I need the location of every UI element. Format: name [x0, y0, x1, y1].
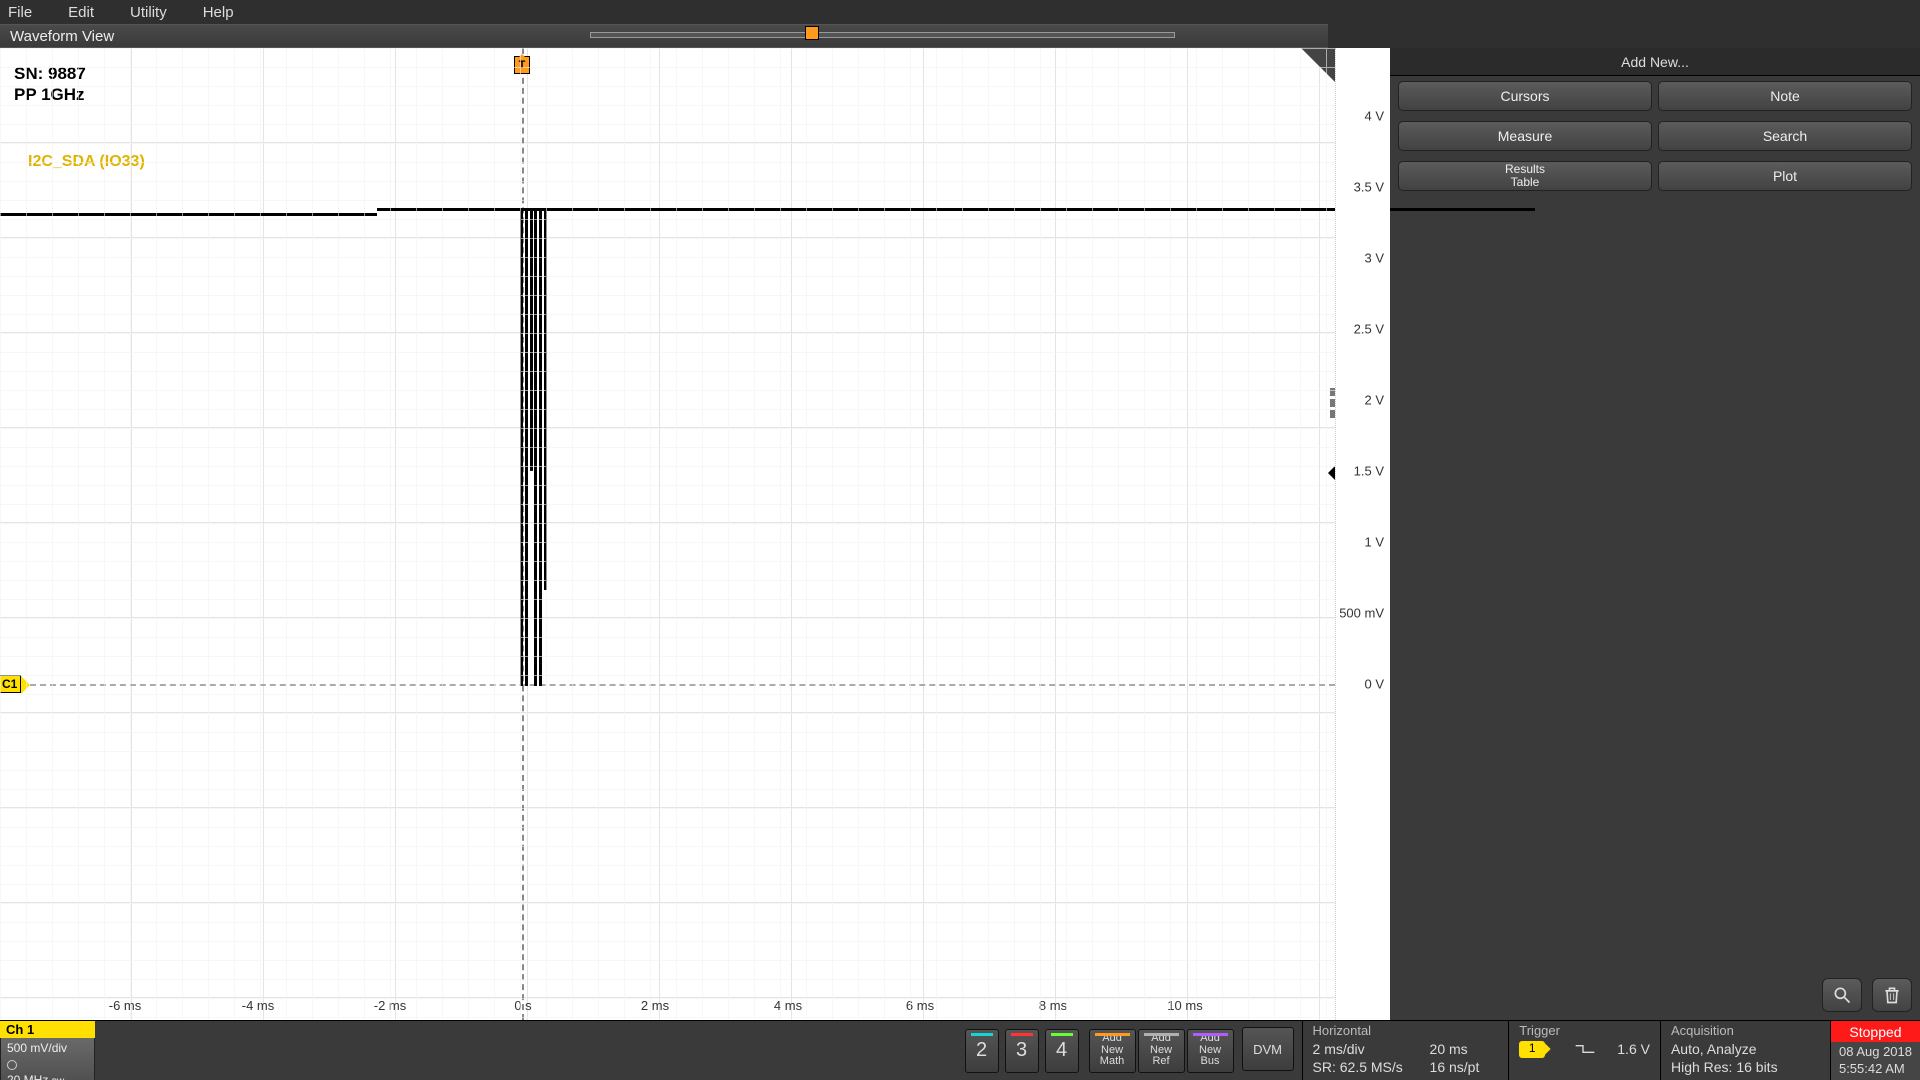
y-tick: 1.5 V	[1354, 464, 1384, 479]
x-tick: 10 ms	[1167, 998, 1202, 1013]
channel-3-button[interactable]: 3	[1005, 1029, 1039, 1073]
info-block: SN: 9887 PP 1GHz	[14, 63, 86, 106]
waveform-trace	[0, 213, 377, 216]
impedance-icon	[7, 1060, 17, 1070]
add-bus-button[interactable]: AddNewBus	[1187, 1029, 1234, 1073]
x-tick: 4 ms	[774, 998, 802, 1013]
channel-4-label: 4	[1056, 1039, 1067, 1062]
trigger-level: 1.6 V	[1617, 1040, 1650, 1058]
acq-mode: Auto, Analyze	[1671, 1040, 1757, 1058]
datetime-display: 08 Aug 2018 5:55:42 AM	[1831, 1042, 1920, 1080]
y-axis-gutter: 4 V 3.5 V 3 V 2.5 V 2 V 1.5 V 1 V 500 mV…	[1335, 48, 1390, 1020]
acquisition-panel[interactable]: Acquisition Auto, Analyze High Res: 16 b…	[1660, 1021, 1830, 1080]
channel-1-scale: 500 mV/div	[7, 1040, 88, 1056]
channel-3-label: 3	[1016, 1039, 1027, 1062]
horiz-samplerate: SR: 62.5 MS/s	[1313, 1058, 1408, 1076]
horizontal-title: Horizontal	[1313, 1023, 1499, 1038]
plot-button[interactable]: Plot	[1658, 161, 1912, 191]
y-tick: 2 V	[1364, 393, 1384, 408]
time: 5:55:42 AM	[1839, 1061, 1912, 1078]
results-table-button[interactable]: Results Table	[1398, 161, 1652, 191]
trash-icon	[1882, 985, 1902, 1005]
ground-badge[interactable]: C1	[0, 675, 21, 693]
menu-help[interactable]: Help	[203, 4, 234, 21]
bw-icon: ʙᴡ	[52, 1076, 65, 1080]
horiz-resolution: 16 ns/pt	[1430, 1058, 1480, 1076]
acq-single: Single: 1 /1	[1671, 1076, 1741, 1080]
trash-button[interactable]	[1872, 978, 1912, 1012]
y-tick: 0 V	[1364, 677, 1384, 692]
horiz-position: 39.4%	[1459, 1076, 1499, 1080]
horiz-recordlen: RL: 1.25 Mpts	[1313, 1076, 1408, 1080]
measure-button[interactable]: Measure	[1398, 121, 1652, 151]
x-tick: 8 ms	[1039, 998, 1067, 1013]
x-tick: 2 ms	[641, 998, 669, 1013]
cursors-button[interactable]: Cursors	[1398, 81, 1652, 111]
menu-edit[interactable]: Edit	[68, 4, 94, 21]
channel-1-badge[interactable]: Ch 1 500 mV/div 20 MHz ʙᴡ	[0, 1021, 95, 1080]
trigger-time-badge[interactable]: T	[514, 56, 530, 74]
horiz-window: 20 ms	[1430, 1040, 1468, 1058]
x-tick: -4 ms	[242, 998, 275, 1013]
horiz-scale: 2 ms/div	[1313, 1040, 1408, 1058]
dvm-button[interactable]: DVM	[1242, 1027, 1294, 1071]
add-ref-button[interactable]: AddNewRef	[1138, 1029, 1185, 1073]
menu-utility[interactable]: Utility	[130, 4, 167, 21]
trigger-title: Trigger	[1519, 1023, 1650, 1038]
x-tick: 0 s	[514, 998, 531, 1013]
note-button[interactable]: Note	[1658, 81, 1912, 111]
channel-2-button[interactable]: 2	[965, 1029, 999, 1073]
y-tick: 1 V	[1364, 535, 1384, 550]
x-tick: -2 ms	[374, 998, 407, 1013]
add-math-button[interactable]: AddNewMath	[1089, 1029, 1136, 1073]
channel-2-label: 2	[976, 1039, 987, 1062]
overview-trigger-marker[interactable]	[805, 26, 819, 40]
overview-scrubber[interactable]	[590, 26, 1175, 43]
y-tick: 500 mV	[1339, 606, 1384, 621]
ground-line	[0, 684, 1335, 686]
run-stop-status[interactable]: Stopped	[1831, 1021, 1920, 1042]
waveform-trace	[520, 208, 550, 686]
y-tick: 3.5 V	[1354, 180, 1384, 195]
waveform-plot[interactable]: SN: 9887 PP 1GHz I2C_SDA (IO33) T C1 -6 …	[0, 48, 1335, 1020]
channel-4-button[interactable]: 4	[1045, 1029, 1079, 1073]
search-button[interactable]: Search	[1658, 121, 1912, 151]
y-tick: 3 V	[1364, 251, 1384, 266]
corner-fold-icon[interactable]	[1301, 48, 1335, 82]
trigger-channel-badge: 1	[1519, 1041, 1545, 1058]
acquisition-title: Acquisition	[1671, 1023, 1820, 1038]
overview-track[interactable]	[590, 32, 1175, 38]
channel-1-bw: 20 MHz	[7, 1073, 48, 1080]
y-tick: 2.5 V	[1354, 322, 1384, 337]
x-tick: -6 ms	[109, 998, 142, 1013]
info-serial: SN: 9887	[14, 63, 86, 84]
channel-signal-label: I2C_SDA (IO33)	[28, 153, 145, 171]
acq-res: High Res: 16 bits	[1671, 1058, 1778, 1076]
search-zoom-icon	[1832, 985, 1852, 1005]
x-tick: 6 ms	[906, 998, 934, 1013]
menu-file[interactable]: File	[8, 4, 32, 21]
y-tick: 4 V	[1364, 109, 1384, 124]
add-new-header[interactable]: Add New...	[1390, 48, 1920, 76]
falling-edge-icon	[1575, 1042, 1595, 1056]
info-probe: PP 1GHz	[14, 84, 86, 105]
date: 08 Aug 2018	[1839, 1044, 1912, 1061]
x-axis-ticks: -6 ms -4 ms -2 ms 0 s 2 ms 4 ms 6 ms 8 m…	[0, 998, 1335, 1016]
channel-1-title: Ch 1	[0, 1021, 95, 1038]
zoom-search-button[interactable]	[1822, 978, 1862, 1012]
trigger-panel[interactable]: Trigger 1 1.6 V	[1508, 1021, 1660, 1080]
